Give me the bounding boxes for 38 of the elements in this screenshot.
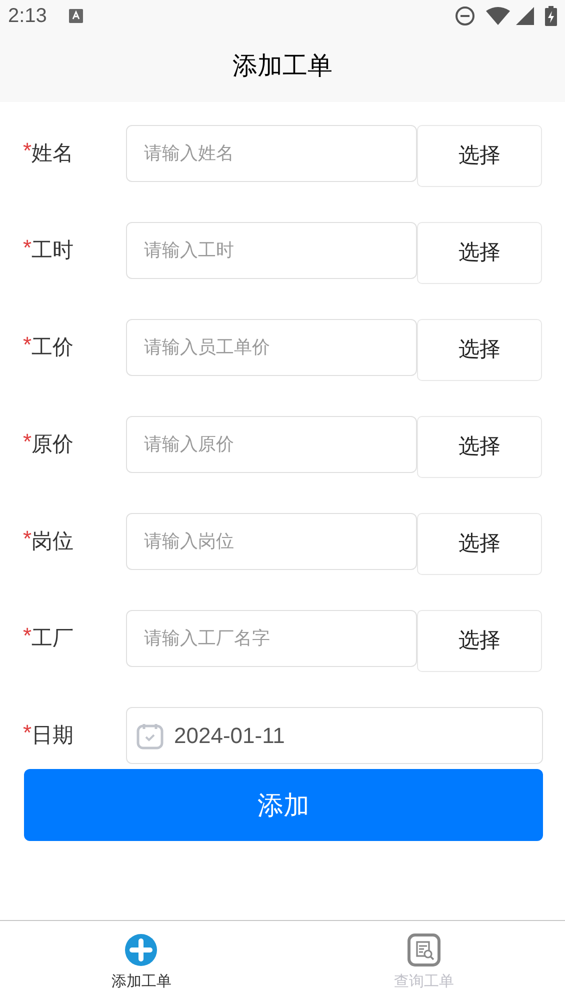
do-not-disturb-icon — [455, 6, 475, 26]
add-button[interactable]: 添加 — [24, 769, 543, 841]
required-mark: * — [23, 622, 32, 650]
select-button[interactable]: 选择 — [417, 610, 542, 672]
required-mark: * — [23, 719, 32, 747]
page-title: 添加工单 — [232, 51, 332, 82]
battery-charging-icon — [545, 6, 557, 26]
required-mark: * — [23, 525, 32, 553]
input-field[interactable]: 请输入姓名 — [126, 125, 417, 182]
required-mark: * — [23, 331, 32, 359]
wifi-icon — [485, 6, 511, 26]
field-label: 工时 — [32, 238, 74, 264]
input-field[interactable]: 请输入员工单价 — [126, 319, 417, 376]
select-button[interactable]: 选择 — [417, 416, 542, 478]
keyboard-a-icon — [68, 9, 83, 23]
input-field[interactable]: 请输入原价 — [126, 416, 417, 473]
field-label: 工价 — [32, 334, 74, 361]
field-label: 工厂 — [32, 626, 74, 652]
required-mark: * — [23, 428, 32, 456]
field-label: 原价 — [32, 432, 74, 458]
signal-icon — [515, 6, 535, 26]
select-button[interactable]: 选择 — [417, 125, 542, 187]
status-time: 2:13 — [8, 4, 47, 29]
required-mark: * — [23, 234, 32, 262]
calendar-icon — [136, 722, 164, 750]
field-label: 日期 — [32, 722, 74, 749]
tab[interactable]: 添加工单 — [0, 921, 282, 999]
date-value: 2024-01-11 — [174, 722, 285, 750]
select-button[interactable]: 选择 — [417, 513, 542, 575]
field-label: 姓名 — [32, 140, 74, 167]
select-button[interactable]: 选择 — [417, 319, 542, 381]
required-mark: * — [23, 137, 32, 165]
input-field[interactable]: 请输入工厂名字 — [126, 610, 417, 667]
input-field[interactable]: 请输入工时 — [126, 222, 417, 279]
input-field[interactable]: 请输入岗位 — [126, 513, 417, 570]
select-button[interactable]: 选择 — [417, 222, 542, 284]
date-field[interactable]: 2024-01-11 — [126, 707, 543, 764]
field-label: 岗位 — [32, 528, 74, 555]
